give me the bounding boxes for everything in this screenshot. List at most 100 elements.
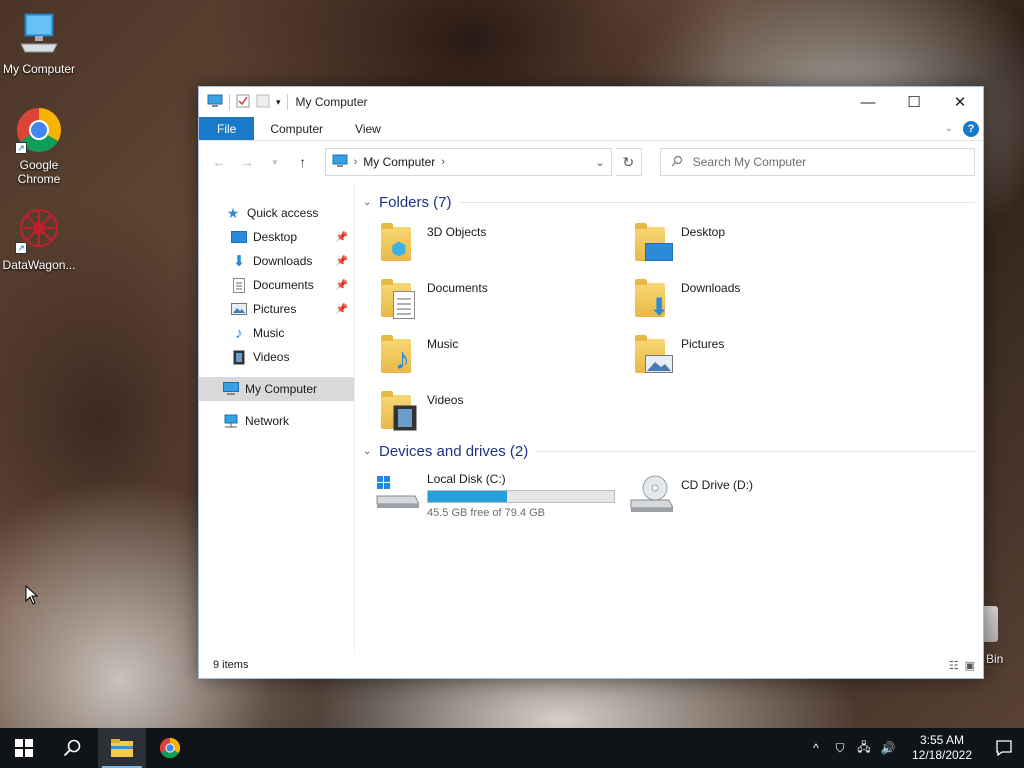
desktop-icon-google-chrome[interactable]: ↗ Google Chrome (1, 106, 77, 186)
chrome-icon (159, 737, 181, 759)
search-button[interactable] (48, 728, 96, 768)
recent-locations-dropdown[interactable]: ▾ (263, 149, 287, 175)
drive-name: CD Drive (D:) (681, 478, 753, 492)
drive-usage-bar (427, 490, 615, 503)
refresh-button[interactable]: ↻ (615, 148, 642, 176)
desktop-icon-my-computer[interactable]: My Computer (1, 10, 77, 76)
breadcrumb-my-computer[interactable]: My Computer (363, 155, 435, 169)
computer-icon (223, 381, 239, 397)
help-icon[interactable]: ? (963, 120, 979, 137)
music-note-icon: ♪ (235, 324, 243, 342)
up-button[interactable]: ↑ (291, 149, 315, 175)
start-button[interactable] (0, 728, 48, 768)
tab-computer[interactable]: Computer (254, 117, 339, 140)
large-icons-view-icon[interactable]: ▣ (965, 659, 975, 672)
datawagon-logo-icon: ↗ (15, 206, 63, 254)
recycle-bin-label: Bin (986, 652, 1004, 666)
nav-pictures[interactable]: Pictures 📌 (199, 297, 354, 321)
folder-documents[interactable]: Documents (381, 273, 635, 329)
volume-icon[interactable]: 🔊 (876, 741, 900, 755)
address-history-dropdown-icon[interactable]: ⌄ (589, 156, 611, 169)
properties-icon[interactable] (236, 94, 250, 111)
group-header-folders[interactable]: ⌄ Folders (7) (363, 191, 975, 213)
collapse-chevron-icon[interactable]: ⌄ (363, 197, 379, 208)
notification-icon (996, 740, 1012, 756)
nav-downloads[interactable]: ⬇ Downloads 📌 (199, 249, 354, 273)
clock-date: 12/18/2022 (911, 748, 973, 762)
folder-videos[interactable]: Videos (381, 385, 635, 441)
details-view-icon[interactable]: ☷ (949, 659, 959, 672)
nav-my-computer[interactable]: My Computer (199, 377, 354, 401)
file-explorer-icon (111, 739, 133, 757)
desktop-icon-datawagon[interactable]: ↗ DataWagon... (1, 206, 77, 272)
show-hidden-icons-chevron-icon[interactable]: ^ (804, 741, 828, 755)
computer-icon (207, 94, 223, 111)
drive-free-space: 45.5 GB free of 79.4 GB (427, 507, 546, 519)
drive-usage-fill (428, 491, 508, 502)
search-input[interactable] (692, 155, 973, 169)
mouse-cursor-icon (25, 584, 39, 605)
action-center-button[interactable] (984, 740, 1024, 756)
security-icon[interactable]: ⛉ (828, 741, 852, 756)
folder-desktop[interactable]: Desktop (635, 217, 889, 273)
expand-ribbon-chevron-icon[interactable]: ⌄ (945, 123, 953, 134)
window-title: My Computer (295, 95, 368, 109)
new-folder-icon[interactable] (256, 94, 270, 111)
folders-grid: ⬢ 3D Objects Desktop Documents ⬇ Downloa… (363, 217, 975, 441)
maximize-button[interactable]: ☐ (891, 87, 937, 117)
status-bar: 9 items ☷ ▣ (199, 652, 983, 678)
close-button[interactable]: ✕ (937, 87, 983, 117)
tab-view[interactable]: View (339, 117, 397, 140)
drive-cd-d[interactable]: CD Drive (D:) (629, 468, 883, 524)
taskbar-google-chrome[interactable] (146, 728, 194, 768)
computer-icon (15, 10, 63, 58)
desktop-icon-label: My Computer (2, 62, 76, 76)
tab-file[interactable]: File (199, 117, 255, 140)
chrome-icon: ↗ (15, 106, 63, 154)
nav-videos[interactable]: Videos (199, 345, 354, 369)
windows-logo-icon (15, 739, 33, 757)
drive-local-disk-c[interactable]: Local Disk (C:) 45.5 GB free of 79.4 GB (375, 468, 629, 524)
computer-icon (332, 154, 348, 171)
nav-music[interactable]: ♪ Music (199, 321, 354, 345)
pin-icon: 📌 (335, 255, 348, 267)
group-header-devices[interactable]: ⌄ Devices and drives (2) (363, 440, 975, 462)
folder-music[interactable]: ♪ Music (381, 329, 635, 385)
hard-drive-icon (375, 474, 420, 518)
customize-toolbar-dropdown-icon[interactable]: ▾ (276, 97, 281, 108)
forward-button[interactable]: → (235, 149, 259, 175)
document-icon (393, 291, 415, 324)
network-icon (223, 413, 239, 429)
collapse-chevron-icon[interactable]: ⌄ (363, 446, 379, 457)
breadcrumb-chevron-icon[interactable]: › (354, 156, 358, 168)
taskbar-file-explorer[interactable] (98, 728, 146, 768)
file-explorer-window: ▾ My Computer — ☐ ✕ File Computer View ⌄… (198, 86, 984, 679)
nav-documents[interactable]: Documents 📌 (199, 273, 354, 297)
search-box[interactable] (659, 148, 975, 176)
quick-access-toolbar: ▾ (207, 94, 288, 111)
folder-3d-objects[interactable]: ⬢ 3D Objects (381, 217, 635, 273)
clock[interactable]: 3:55 AM 12/18/2022 (906, 733, 978, 763)
breadcrumb-chevron-icon[interactable]: › (441, 156, 445, 168)
star-icon: ★ (226, 204, 240, 221)
folder-pictures[interactable]: Pictures (635, 329, 889, 385)
film-strip-icon (231, 349, 247, 365)
folder-downloads[interactable]: ⬇ Downloads (635, 273, 889, 329)
desktop-icon-label: Google Chrome (17, 158, 61, 186)
pin-icon: 📌 (335, 231, 348, 243)
desktop-icon-label: DataWagon... (2, 258, 76, 272)
nav-quick-access[interactable]: ★ Quick access (199, 201, 354, 225)
back-button[interactable]: ← (207, 149, 231, 175)
minimize-button[interactable]: — (845, 87, 891, 117)
recycle-bin-icon[interactable] (982, 606, 998, 642)
address-bar[interactable]: › My Computer › ⌄ (324, 148, 612, 176)
nav-desktop[interactable]: Desktop 📌 (199, 225, 354, 249)
download-arrow-icon: ⬇ (232, 253, 246, 270)
pin-icon: 📌 (335, 303, 348, 315)
shortcut-arrow-icon: ↗ (15, 142, 27, 154)
navigation-pane: ★ Quick access Desktop 📌 ⬇ Downloads 📌 D… (199, 183, 355, 652)
cd-drive-icon (629, 474, 674, 518)
network-icon[interactable]: 🖧 (852, 738, 876, 759)
navigation-bar: ← → ▾ ↑ › My Computer › ⌄ ↻ (199, 141, 983, 183)
nav-network[interactable]: Network (199, 409, 354, 433)
